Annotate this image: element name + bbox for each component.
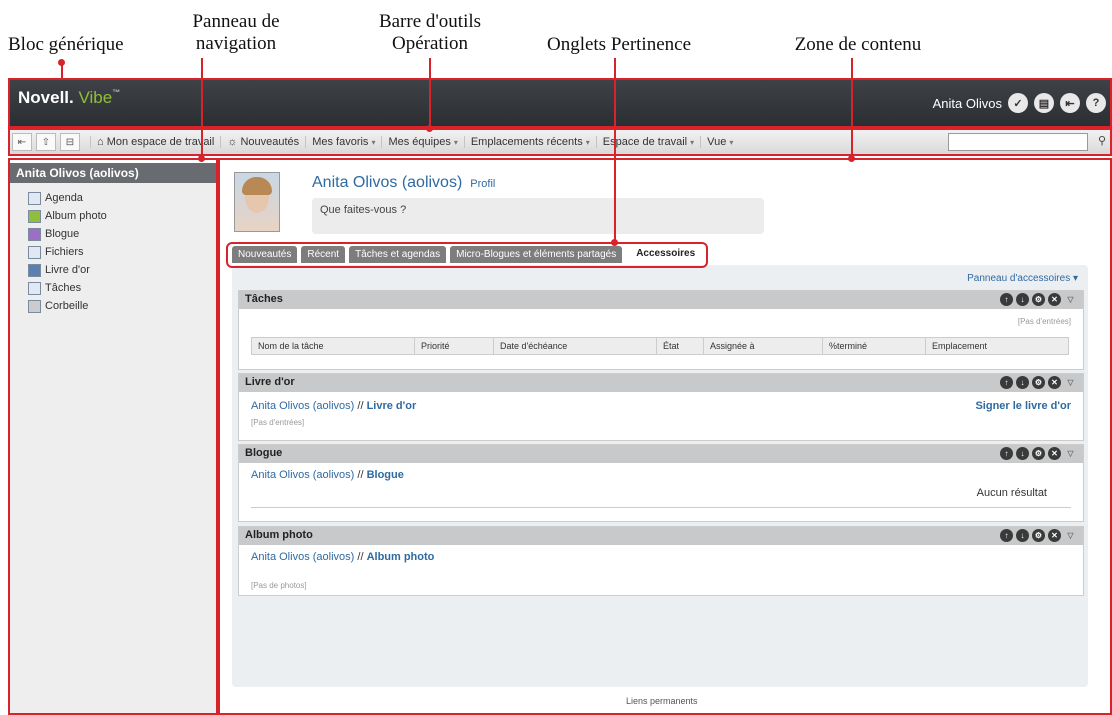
callout-content-area: Zone de contenu: [794, 34, 922, 55]
callout-tabs: Onglets Pertinence: [546, 34, 692, 55]
marker-dot-generic-block: [58, 59, 65, 66]
highlight-navigation-panel: [8, 158, 218, 715]
highlight-generic-block: [8, 78, 1112, 128]
callout-layer: Bloc générique Panneau de navigation Bar…: [0, 0, 1112, 78]
highlight-content-area: [218, 158, 1112, 715]
marker-line-toolbar: [429, 58, 431, 128]
callout-generic-block: Bloc générique: [8, 34, 124, 55]
highlight-toolbar: [8, 128, 1112, 156]
callout-toolbar: Barre d'outils Opération: [378, 11, 482, 54]
marker-line-content: [851, 58, 853, 158]
callout-navigation-panel: Panneau de navigation: [192, 11, 280, 54]
